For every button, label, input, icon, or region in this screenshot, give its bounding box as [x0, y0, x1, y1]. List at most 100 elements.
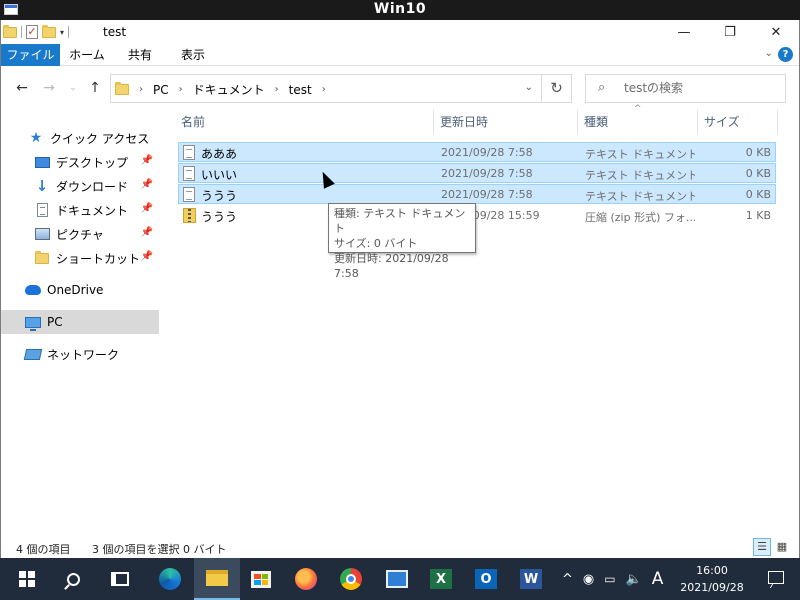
file-size: 0 KB — [745, 167, 771, 180]
navigation-bar: ← → ⌄ ↑ › PC › ドキュメント › test › ⌄ ↻ ⌕ — [1, 72, 799, 106]
ime-indicator[interactable]: A — [652, 569, 664, 589]
pin-icon[interactable]: 📌 — [141, 155, 153, 166]
chevron-right-icon[interactable]: › — [139, 84, 143, 95]
chevron-right-icon[interactable]: › — [275, 84, 279, 95]
store-icon — [251, 570, 271, 588]
table-row[interactable]: あああ 2021/09/28 7:58 テキスト ドキュメント 0 KB — [178, 142, 776, 162]
taskbar-excel[interactable]: X — [418, 558, 464, 600]
pin-icon[interactable]: 📌 — [141, 179, 153, 190]
taskbar-search-button[interactable] — [50, 558, 96, 600]
start-button[interactable] — [4, 558, 50, 600]
taskbar-word[interactable]: W — [508, 558, 554, 600]
tab-share[interactable]: 共有 — [114, 44, 166, 66]
customize-toolbar-icon[interactable]: ▾ — [60, 28, 64, 37]
back-arrow-icon[interactable]: ← — [12, 78, 32, 98]
restore-button[interactable]: ❐ — [707, 20, 753, 44]
table-row[interactable]: ううう 2021/09/28 7:58 テキスト ドキュメント 0 KB — [178, 184, 776, 204]
pin-icon[interactable]: 📌 — [141, 251, 153, 262]
network-icon — [23, 346, 43, 362]
chevron-right-icon[interactable]: › — [322, 84, 326, 95]
file-type: テキスト ドキュメント — [585, 190, 695, 203]
file-type: テキスト ドキュメント — [585, 169, 695, 182]
clock-time: 16:00 — [696, 564, 728, 577]
breadcrumb-documents[interactable]: ドキュメント — [193, 81, 265, 98]
sidebar-item-downloads[interactable]: ↓ ダウンロード 📌 — [1, 174, 159, 198]
webcam-icon[interactable]: ◉ — [583, 572, 594, 587]
window-title: test — [103, 25, 127, 39]
sidebar-item-shortcuts[interactable]: ショートカット 📌 — [1, 246, 159, 270]
recent-locations-icon[interactable]: ⌄ — [63, 78, 83, 98]
sidebar-item-pictures[interactable]: ピクチャ 📌 — [1, 222, 159, 246]
vm-titlebar: Win10 — [0, 0, 800, 20]
sidebar-item-documents[interactable]: ドキュメント 📌 — [1, 198, 159, 222]
taskbar-contacts[interactable] — [374, 558, 420, 600]
folder-icon[interactable] — [3, 24, 17, 38]
refresh-button[interactable]: ↻ — [542, 74, 572, 103]
contacts-icon — [386, 570, 408, 588]
picture-icon — [34, 226, 50, 242]
breadcrumb-test[interactable]: test — [289, 83, 312, 97]
close-button[interactable]: ✕ — [753, 20, 799, 44]
item-count: 4 個の項目 — [16, 543, 71, 556]
minimize-button[interactable]: — — [661, 20, 707, 44]
firefox-icon — [295, 568, 317, 590]
chevron-right-icon[interactable]: › — [179, 84, 183, 95]
sidebar-item-quick-access[interactable]: ★ クイック アクセス — [1, 126, 159, 150]
explorer-window: ✓ ▾ test — ❐ ✕ ファイル ホーム 共有 表示 ⌄ ? ← → ⌄ … — [0, 20, 800, 558]
taskbar: X O W ^ ◉ ▭ 🔈 A 16:00 2021/09/28 — [0, 558, 800, 600]
task-view-button[interactable] — [97, 558, 143, 600]
sidebar-item-pc[interactable]: PC — [1, 310, 159, 334]
large-icons-view-icon[interactable]: ▦ — [773, 538, 791, 556]
pin-icon[interactable]: 📌 — [141, 227, 153, 238]
column-header-size[interactable]: サイズ — [699, 110, 778, 134]
breadcrumb-pc[interactable]: PC — [153, 83, 169, 97]
search-input[interactable] — [624, 81, 774, 95]
file-size: 1 KB — [745, 209, 771, 222]
column-header-date[interactable]: 更新日時 — [435, 110, 578, 134]
taskbar-store[interactable] — [238, 558, 284, 600]
cloud-icon — [25, 282, 41, 298]
expand-ribbon-icon[interactable]: ⌄ — [765, 48, 773, 59]
tab-file[interactable]: ファイル — [1, 44, 60, 66]
taskbar-explorer[interactable] — [194, 558, 240, 600]
up-arrow-icon[interactable]: ↑ — [85, 78, 105, 98]
file-tooltip: 種類: テキスト ドキュメント サイズ: 0 バイト 更新日時: 2021/09… — [328, 203, 476, 280]
address-bar[interactable]: › PC › ドキュメント › test › ⌄ — [110, 74, 542, 103]
volume-icon[interactable]: 🔈 — [626, 572, 642, 587]
taskbar-chrome[interactable] — [328, 558, 374, 600]
help-icon[interactable]: ? — [778, 47, 793, 62]
taskbar-firefox[interactable] — [283, 558, 329, 600]
notification-icon[interactable] — [768, 571, 784, 584]
taskbar-edge[interactable] — [147, 558, 193, 600]
pin-icon[interactable]: 📌 — [141, 203, 153, 214]
table-row[interactable]: いいい 2021/09/28 7:58 テキスト ドキュメント 0 KB — [178, 163, 776, 183]
properties-icon[interactable]: ✓ — [26, 25, 38, 39]
taskbar-outlook[interactable]: O — [463, 558, 509, 600]
sidebar-item-network[interactable]: ネットワーク — [1, 342, 159, 366]
folder-icon — [34, 250, 50, 266]
tab-view[interactable]: 表示 — [167, 44, 219, 66]
clock-date: 2021/09/28 — [680, 581, 744, 594]
taskbar-clock[interactable]: 16:00 2021/09/28 — [672, 562, 752, 596]
column-header-type[interactable]: 種類 — [579, 110, 698, 134]
address-dropdown-icon[interactable]: ⌄ — [525, 82, 533, 93]
desktop-icon — [34, 154, 50, 170]
windows-logo-icon — [19, 571, 35, 587]
ribbon-tabs: ファイル ホーム 共有 表示 ⌄ ? — [1, 44, 799, 66]
sidebar-item-label: デスクトップ — [56, 155, 129, 170]
details-view-icon[interactable]: ☰ — [753, 538, 771, 556]
chevron-up-icon[interactable]: ^ — [562, 572, 573, 587]
search-box[interactable]: ⌕ — [585, 74, 786, 103]
text-file-icon — [183, 145, 195, 160]
sidebar-item-label: ダウンロード — [56, 179, 129, 194]
new-folder-icon[interactable] — [42, 24, 56, 38]
table-row[interactable]: ううう 2021/09/28 15:59 圧縮 (zip 形式) フォ... 1… — [178, 205, 776, 225]
toolbar-separator — [68, 26, 70, 38]
network-status-icon[interactable]: ▭ — [604, 572, 615, 586]
column-header-name[interactable]: 名前 — [176, 110, 434, 134]
sidebar-item-desktop[interactable]: デスクトップ 📌 — [1, 150, 159, 174]
sidebar-item-onedrive[interactable]: OneDrive — [1, 278, 159, 302]
tab-home[interactable]: ホーム — [61, 44, 113, 66]
task-view-icon — [111, 572, 129, 586]
forward-arrow-icon[interactable]: → — [39, 78, 59, 98]
